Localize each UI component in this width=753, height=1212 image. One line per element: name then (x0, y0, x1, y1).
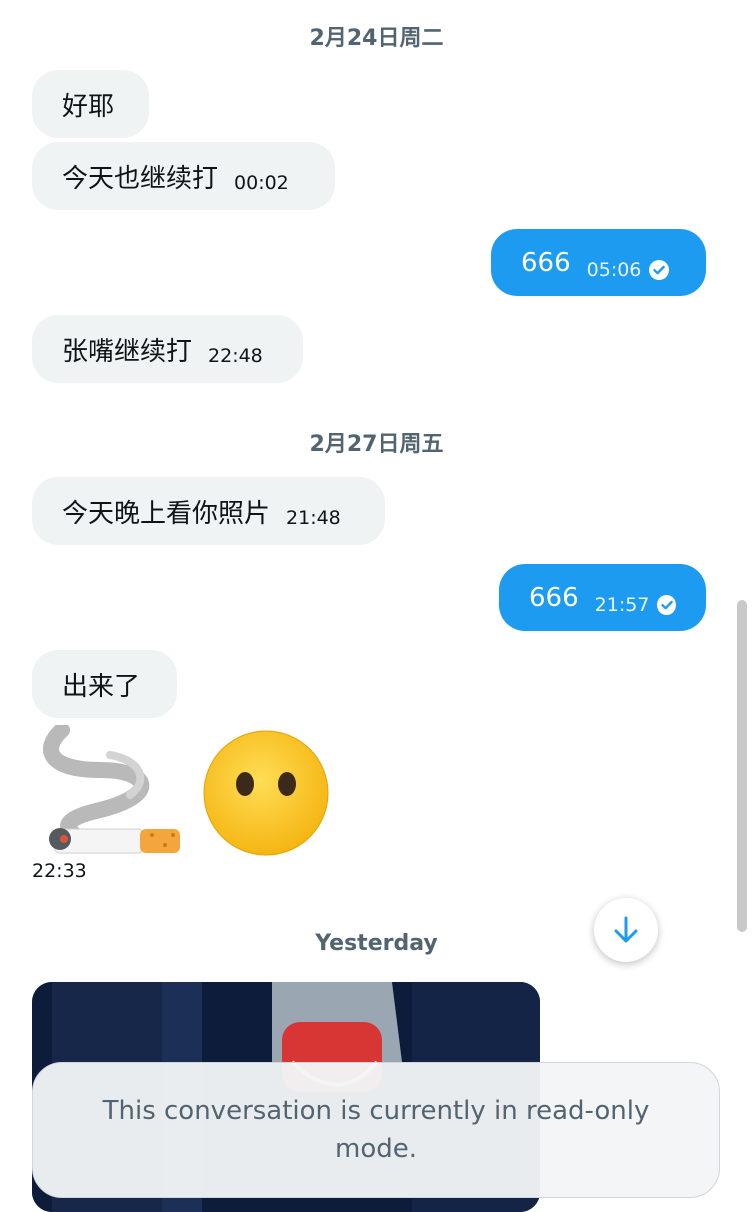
face-without-mouth-icon (202, 729, 330, 857)
message-timestamp: 00:02 (234, 172, 289, 194)
scroll-to-bottom-button[interactable] (594, 898, 658, 962)
message-timestamp: 05:06 (586, 258, 642, 281)
message-bubble-incoming[interactable]: 出来了 (32, 650, 177, 718)
message-text: 666 (529, 582, 579, 613)
date-separator: 2月24日周二 (309, 26, 444, 51)
scrollbar[interactable] (737, 600, 747, 932)
message-text: 666 (521, 247, 571, 278)
date-separator: 2月27日周五 (309, 432, 444, 457)
read-check-icon (649, 259, 670, 280)
cigarette-icon (40, 722, 185, 860)
message-timestamp: 21:57 (594, 593, 650, 616)
message-bubble-incoming[interactable]: 张嘴继续打 22:48 (32, 315, 303, 383)
message-bubble-outgoing[interactable]: 666 21:57 (499, 564, 706, 631)
message-text: 今天晚上看你照片 (62, 498, 271, 529)
read-check-icon (657, 594, 676, 615)
message-bubble-incoming[interactable]: 好耶 (32, 70, 149, 138)
message-text: 张嘴继续打 (62, 336, 193, 367)
arrow-down-icon (614, 916, 638, 943)
message-timestamp: 21:48 (286, 507, 341, 529)
message-timestamp: 22:33 (32, 860, 87, 882)
message-text: 出来了 (62, 671, 141, 702)
message-bubble-incoming[interactable]: 今天也继续打 00:02 (32, 142, 335, 210)
message-timestamp: 22:48 (208, 345, 263, 367)
message-bubble-incoming[interactable]: 今天晚上看你照片 21:48 (32, 477, 385, 545)
read-only-text: This conversation is currently in read-o… (102, 1096, 650, 1164)
read-only-banner: This conversation is currently in read-o… (32, 1062, 720, 1198)
message-text: 好耶 (62, 91, 115, 122)
message-text: 今天也继续打 (62, 163, 219, 194)
message-bubble-outgoing[interactable]: 666 05:06 (491, 229, 706, 296)
